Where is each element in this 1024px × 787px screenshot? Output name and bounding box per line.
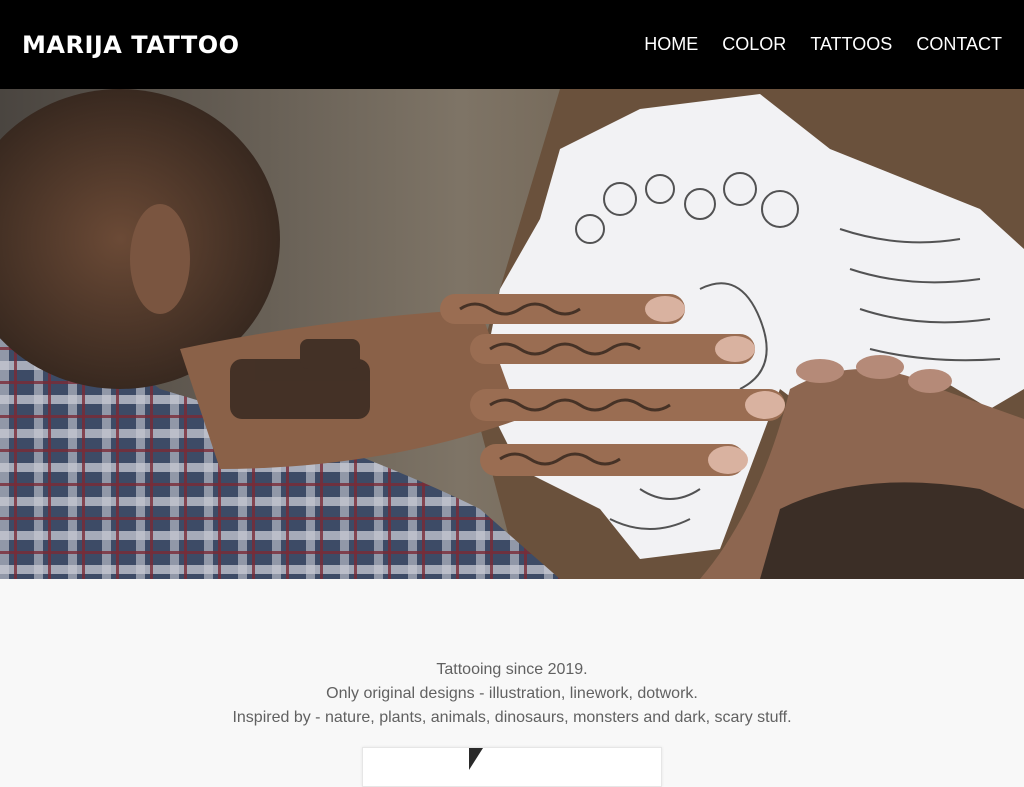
hero-image: [0, 89, 1024, 579]
nav-home-link[interactable]: HOME: [644, 34, 698, 55]
intro-text: Tattooing since 2019. Only original desi…: [0, 658, 1024, 730]
gallery-card[interactable]: [362, 747, 662, 787]
main-nav: HOME COLOR TATTOOS CONTACT: [620, 34, 1002, 55]
nav-contact-link[interactable]: CONTACT: [916, 34, 1002, 55]
intro-line-3: Inspired by - nature, plants, animals, d…: [232, 709, 792, 726]
top-navbar: MARIJA TATTOO HOME COLOR TATTOOS CONTACT: [0, 0, 1024, 89]
card-image-fragment: [469, 748, 483, 770]
hero-photo: [0, 89, 1024, 579]
nav-color-link[interactable]: COLOR: [722, 34, 786, 55]
nav-tattoos-link[interactable]: TATTOOS: [810, 34, 892, 55]
intro-line-1: Tattooing since 2019.: [436, 661, 588, 678]
brand-logo-link[interactable]: MARIJA TATTOO: [22, 31, 240, 59]
intro-line-2: Only original designs - illustration, li…: [326, 685, 698, 702]
